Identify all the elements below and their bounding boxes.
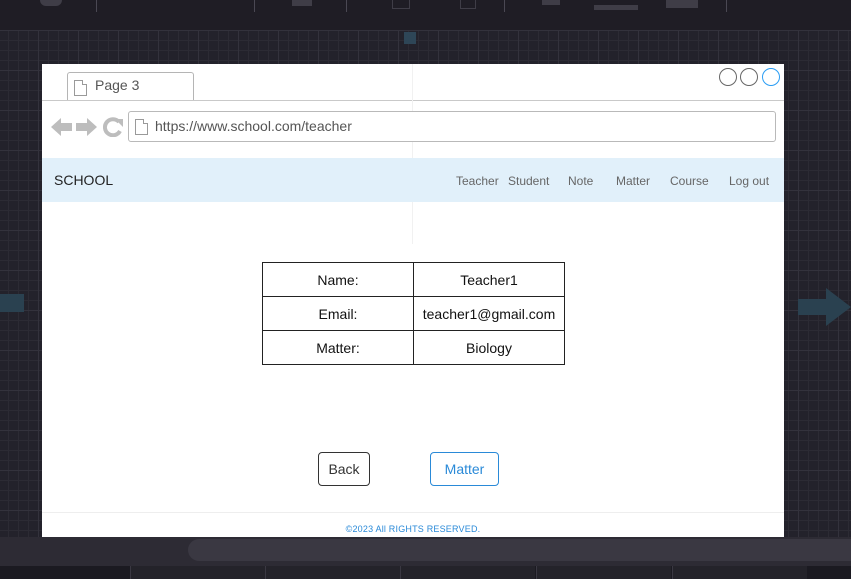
minimize-circle-icon[interactable] xyxy=(719,68,737,86)
table-row: Matter: Biology xyxy=(262,330,565,365)
site-header: SCHOOL Teacher Student Note Matter Cours… xyxy=(42,158,784,202)
footer-copyright: ©2023 All RIGHTS RESERVED. xyxy=(345,524,481,534)
name-label: Name: xyxy=(262,262,414,297)
matter-label: Matter: xyxy=(262,330,414,365)
email-label: Email: xyxy=(262,296,414,331)
email-value: teacher1@gmail.com xyxy=(413,296,565,331)
line-tool-icon[interactable] xyxy=(594,5,638,10)
toolbar-divider xyxy=(504,0,505,12)
teacher-details-table: Name: Teacher1 Email: teacher1@gmail.com… xyxy=(262,262,565,365)
site-brand[interactable]: SCHOOL xyxy=(54,172,113,188)
nav-teacher[interactable]: Teacher xyxy=(456,174,499,188)
toolbar-divider xyxy=(254,0,255,12)
matter-button[interactable]: Matter xyxy=(430,452,499,486)
url-text: https://www.school.com/teacher xyxy=(155,118,352,134)
footer-divider xyxy=(42,512,784,513)
table-row: Name: Teacher1 xyxy=(262,262,565,297)
search-icon[interactable] xyxy=(40,0,62,6)
right-arrow-shape[interactable] xyxy=(798,288,851,326)
left-arrow-shape[interactable] xyxy=(0,294,24,312)
back-arrow-icon[interactable] xyxy=(51,118,72,136)
nav-note[interactable]: Note xyxy=(568,174,593,188)
document-icon xyxy=(135,119,148,135)
nav-student[interactable]: Student xyxy=(508,174,549,188)
page-tab[interactable] xyxy=(672,566,807,579)
document-icon xyxy=(74,80,87,96)
back-button[interactable]: Back xyxy=(318,452,370,486)
nav-course[interactable]: Course xyxy=(670,174,709,188)
table-row: Email: teacher1@gmail.com xyxy=(262,296,565,331)
matter-value: Biology xyxy=(413,330,565,365)
shape-tool-icon[interactable] xyxy=(292,0,312,6)
address-bar[interactable]: https://www.school.com/teacher xyxy=(128,111,776,142)
edit-tool-icon[interactable] xyxy=(542,0,560,5)
nav-matter[interactable]: Matter xyxy=(616,174,650,188)
tab-title: Page 3 xyxy=(95,77,140,93)
browser-tab[interactable]: Page 3 xyxy=(67,72,194,100)
copy-tool-icon[interactable] xyxy=(392,0,410,9)
browser-mockup: Page 3 https://www.school.com/teacher SC… xyxy=(42,64,784,537)
reload-icon[interactable] xyxy=(103,117,123,137)
page-tab[interactable] xyxy=(400,566,535,579)
toolbar-divider xyxy=(96,0,97,12)
editor-toolbar xyxy=(0,0,851,31)
alignment-guide xyxy=(412,64,413,244)
forward-arrow-icon[interactable] xyxy=(76,118,97,136)
horizontal-scrollbar[interactable] xyxy=(188,539,851,561)
page-tab[interactable] xyxy=(536,566,671,579)
toolbar-divider xyxy=(726,0,727,12)
selection-handle[interactable] xyxy=(404,32,416,44)
nav-logout[interactable]: Log out xyxy=(729,174,769,188)
browser-titlebar: Page 3 xyxy=(42,64,784,101)
paste-tool-icon[interactable] xyxy=(460,0,476,9)
name-value: Teacher1 xyxy=(413,262,565,297)
page-tab[interactable] xyxy=(130,566,265,579)
toolbar-divider xyxy=(346,0,347,12)
layer-tool-icon[interactable] xyxy=(666,0,698,8)
maximize-circle-icon[interactable] xyxy=(740,68,758,86)
page-tab[interactable] xyxy=(265,566,400,579)
close-circle-icon[interactable] xyxy=(762,68,780,86)
